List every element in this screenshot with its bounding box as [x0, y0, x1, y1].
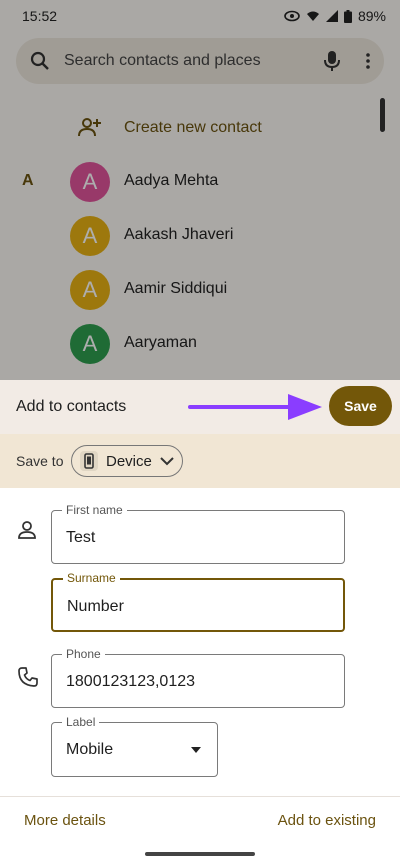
chevron-down-icon[interactable]: [160, 456, 174, 466]
save-to-label: Save to: [16, 453, 64, 469]
dropdown-arrow-icon[interactable]: [191, 747, 201, 753]
phone-label-dropdown[interactable]: Label Mobile: [51, 715, 218, 777]
sheet-footer: More details Add to existing: [0, 796, 400, 844]
home-indicator[interactable]: [145, 852, 255, 856]
surname-value[interactable]: Number: [67, 598, 124, 616]
person-icon: [18, 521, 36, 539]
phone-type-value[interactable]: Mobile: [66, 741, 113, 759]
first-name-label: First name: [62, 503, 127, 517]
more-details-button[interactable]: More details: [24, 812, 106, 829]
phone-type-label: Label: [62, 715, 100, 729]
first-name-field[interactable]: First name Test: [51, 503, 345, 564]
phone-value[interactable]: 1800123123,0123: [66, 673, 195, 691]
save-button[interactable]: Save: [329, 386, 392, 426]
device-dropdown[interactable]: Device: [71, 445, 183, 477]
phone-icon: [18, 667, 38, 687]
first-name-value[interactable]: Test: [66, 529, 95, 547]
phone-label: Phone: [62, 647, 105, 661]
sheet-title: Add to contacts: [16, 398, 127, 415]
modal-scrim[interactable]: [0, 0, 400, 380]
add-to-contacts-sheet: Add to contacts Save Save to Device Firs…: [0, 380, 400, 866]
annotation-arrow-icon: [188, 394, 322, 420]
surname-label: Surname: [63, 571, 120, 585]
add-to-existing-button[interactable]: Add to existing: [278, 812, 376, 829]
device-label[interactable]: Device: [106, 453, 152, 470]
phone-device-icon: [80, 451, 98, 471]
surname-field[interactable]: Surname Number: [51, 571, 345, 632]
save-to-bar: Save to Device: [0, 434, 400, 488]
phone-field[interactable]: Phone 1800123123,0123: [51, 647, 345, 708]
sheet-header: Add to contacts Save: [0, 380, 400, 434]
